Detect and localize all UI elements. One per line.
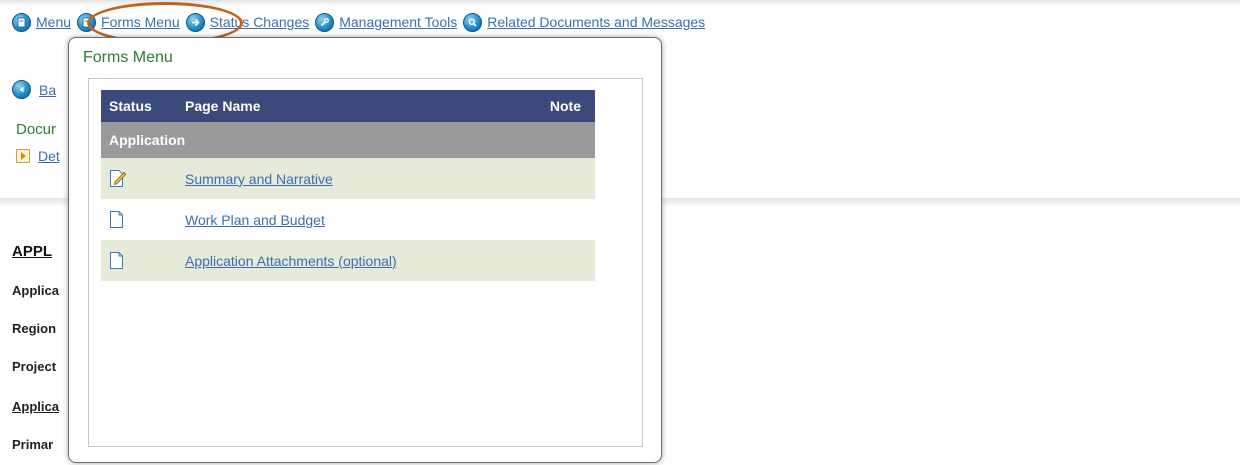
document-icon — [12, 12, 31, 32]
field-link[interactable]: Applica — [12, 399, 59, 414]
table-row: Work Plan and Budget — [101, 199, 595, 240]
page-link-work-plan-and-budget[interactable]: Work Plan and Budget — [185, 212, 325, 228]
forms-menu-popup: Forms Menu Status Page Name Note Applica… — [68, 37, 662, 463]
arrow-left-icon — [12, 80, 31, 99]
forms-table: Status Page Name Note Application Summar… — [101, 90, 595, 281]
column-header-page-name: Page Name — [185, 90, 523, 122]
expand-arrow-icon — [16, 149, 30, 163]
table-row: Application Attachments (optional) — [101, 240, 595, 281]
section-label: Application — [101, 122, 595, 158]
back-link[interactable]: Ba — [39, 82, 56, 98]
popup-content-panel: Status Page Name Note Application Summar… — [88, 78, 643, 447]
back-button[interactable]: Ba — [12, 80, 56, 99]
nav-management-tools[interactable]: Management Tools — [315, 12, 457, 32]
field-label: Region — [12, 321, 57, 336]
section-row: Application — [101, 122, 595, 158]
page-link-summary-and-narrative[interactable]: Summary and Narrative — [185, 171, 333, 187]
nav-related-documents-link[interactable]: Related Documents and Messages — [487, 14, 705, 30]
column-header-status: Status — [101, 90, 185, 122]
table-header-row: Status Page Name Note — [101, 90, 595, 122]
nav-menu[interactable]: Menu — [12, 12, 71, 32]
nav-management-tools-link[interactable]: Management Tools — [339, 14, 457, 30]
application-section-heading: APPL — [12, 243, 53, 260]
wrench-icon — [315, 12, 335, 32]
popup-title: Forms Menu — [83, 49, 173, 66]
field-label: Project — [12, 359, 57, 374]
field-label: Primar — [12, 437, 54, 452]
edit-document-icon — [109, 169, 185, 188]
column-header-note: Note — [522, 90, 595, 122]
blank-document-icon — [109, 251, 185, 270]
table-row: Summary and Narrative — [101, 158, 595, 199]
nav-related-documents[interactable]: Related Documents and Messages — [463, 12, 705, 32]
details-toggle[interactable]: Det — [16, 148, 60, 164]
blank-document-icon — [109, 210, 185, 229]
nav-menu-link[interactable]: Menu — [36, 14, 71, 30]
details-link[interactable]: Det — [38, 148, 60, 164]
field-label: Applica — [12, 283, 59, 298]
page-link-application-attachments[interactable]: Application Attachments (optional) — [185, 253, 397, 269]
magnifier-icon — [463, 12, 483, 32]
document-label: Docur — [16, 121, 57, 138]
